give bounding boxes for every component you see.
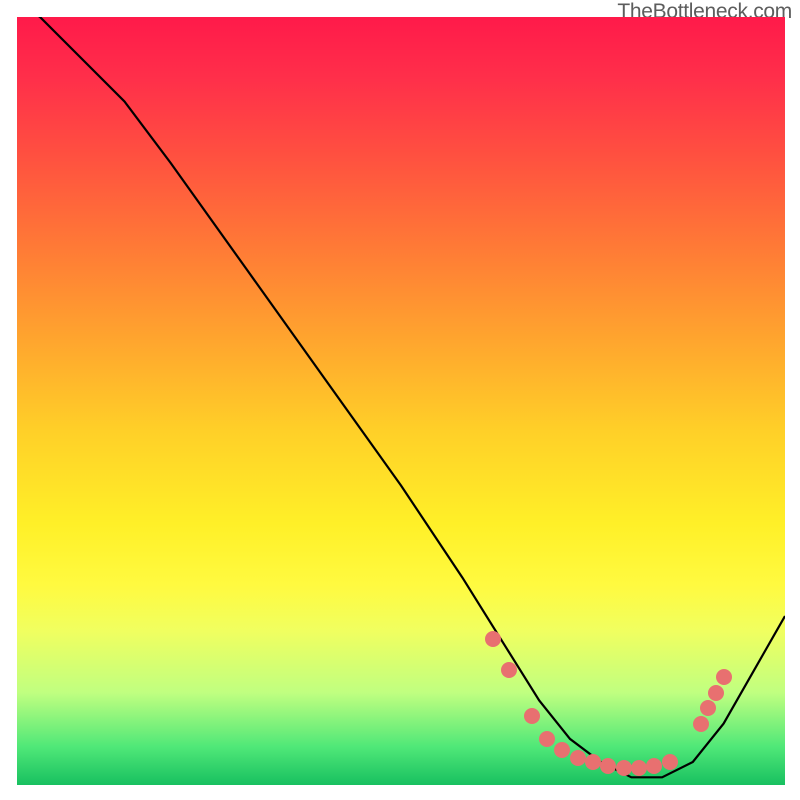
data-marker <box>700 700 716 716</box>
data-marker <box>485 631 501 647</box>
data-marker <box>631 760 647 776</box>
data-marker <box>693 716 709 732</box>
data-marker <box>539 731 555 747</box>
data-marker <box>501 662 517 678</box>
marker-layer <box>17 17 785 785</box>
chart-container: TheBottleneck.com <box>0 0 800 800</box>
data-marker <box>708 685 724 701</box>
data-marker <box>585 754 601 770</box>
data-marker <box>646 758 662 774</box>
data-marker <box>524 708 540 724</box>
data-marker <box>554 742 570 758</box>
data-marker <box>570 750 586 766</box>
data-marker <box>616 760 632 776</box>
data-marker <box>600 758 616 774</box>
data-marker <box>662 754 678 770</box>
data-marker <box>716 669 732 685</box>
